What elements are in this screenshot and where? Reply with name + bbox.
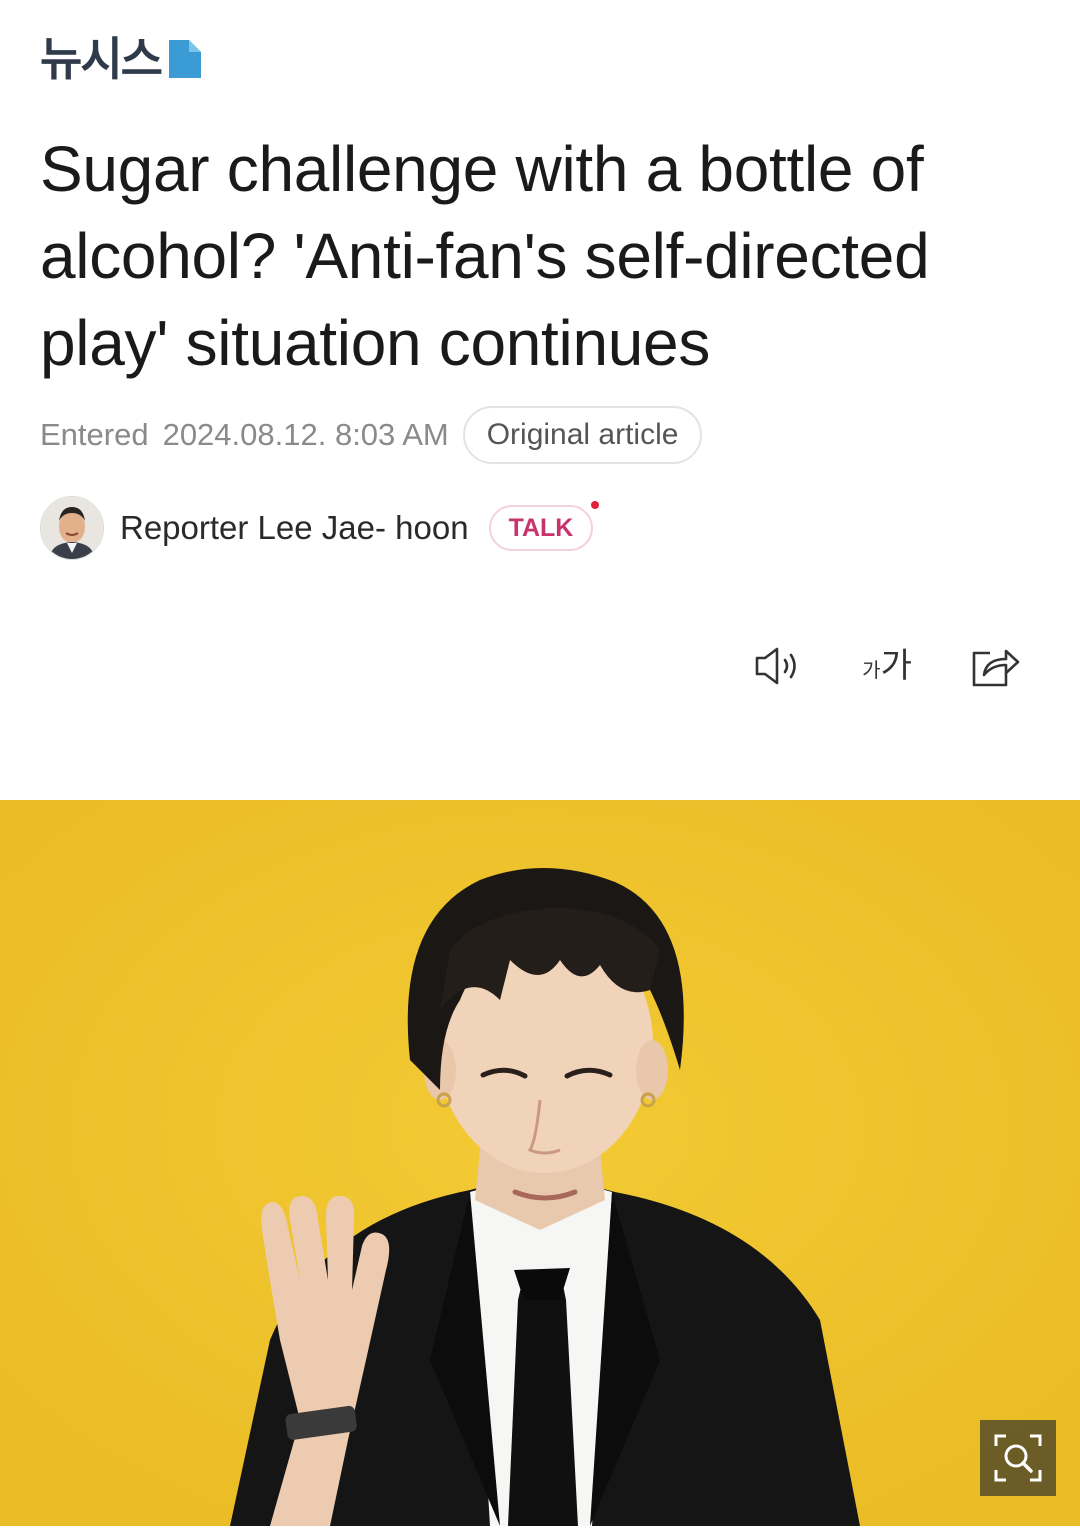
font-size-small-glyph: 가: [862, 658, 881, 682]
publisher-logo-mark-icon: [168, 40, 201, 78]
publisher-logo-text: 뉴시스: [40, 32, 163, 86]
font-size-icon: 가가: [862, 649, 912, 683]
share-icon: [972, 649, 1020, 687]
entered-datetime: 2024.08.12. 8:03 AM: [162, 417, 449, 452]
reporter-byline: Reporter Lee Jae- hoon TALK: [40, 496, 600, 560]
original-article-button[interactable]: Original article: [462, 406, 703, 464]
font-size-large-glyph: 가: [880, 646, 912, 686]
article-toolbar: 가가: [748, 636, 1028, 696]
article-headline: Sugar challenge with a bottle of alcohol…: [40, 133, 930, 379]
speaker-icon: [755, 647, 796, 685]
font-size-button[interactable]: 가가: [852, 636, 922, 696]
article-meta: Entered 2024.08.12. 8:03 AM Original art…: [40, 404, 703, 466]
publisher-logo[interactable]: 뉴시스: [40, 34, 203, 84]
reporter-name[interactable]: Reporter Lee Jae- hoon: [120, 509, 469, 547]
talk-notification-dot: [591, 501, 600, 509]
article-photo-illustration: [0, 800, 1080, 1526]
talk-button-wrap: TALK: [488, 501, 600, 551]
article-photo[interactable]: [0, 800, 1080, 1526]
reporter-avatar[interactable]: [40, 496, 104, 560]
entered-label: Entered: [40, 417, 149, 452]
talk-button[interactable]: TALK: [488, 505, 594, 551]
zoom-icon: [994, 1434, 1042, 1482]
share-button[interactable]: [966, 636, 1022, 696]
text-to-speech-button[interactable]: [748, 636, 810, 696]
photo-zoom-button[interactable]: [980, 1420, 1056, 1496]
